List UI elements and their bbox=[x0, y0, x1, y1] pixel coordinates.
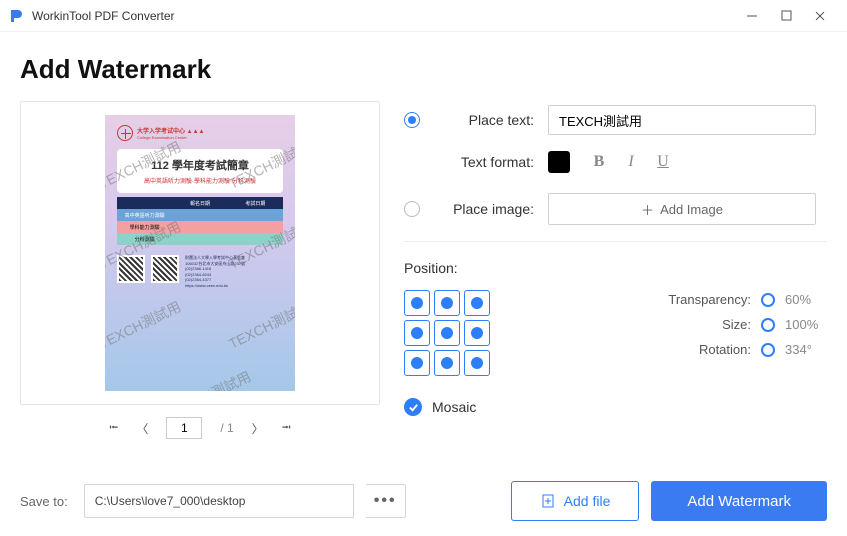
position-grid bbox=[404, 290, 490, 376]
size-value: 100% bbox=[785, 317, 827, 332]
page-total: / 1 bbox=[220, 421, 233, 435]
close-button[interactable] bbox=[813, 9, 827, 23]
place-image-radio[interactable] bbox=[404, 201, 420, 217]
footer: Save to: ••• Add file Add Watermark bbox=[0, 466, 847, 536]
qr-code-icon bbox=[151, 255, 179, 283]
page-title: Add Watermark bbox=[0, 32, 847, 101]
position-bottom-center[interactable] bbox=[434, 350, 460, 376]
save-to-label: Save to: bbox=[20, 494, 68, 509]
save-to-input[interactable] bbox=[84, 484, 354, 518]
browse-button[interactable]: ••• bbox=[366, 484, 406, 518]
page-number-input[interactable] bbox=[166, 417, 202, 439]
last-page-button[interactable]: ⭲ bbox=[282, 418, 291, 439]
place-image-label: Place image: bbox=[438, 201, 534, 217]
watermark-text-input[interactable] bbox=[548, 105, 816, 135]
mosaic-label: Mosaic bbox=[432, 399, 476, 415]
position-label: Position: bbox=[404, 260, 827, 276]
add-file-icon bbox=[540, 493, 556, 509]
italic-button[interactable]: I bbox=[620, 151, 642, 173]
next-page-button[interactable]: 〉 bbox=[252, 420, 264, 437]
doc-logo-text: 大学入学考试中心 ▲▲▲ bbox=[137, 126, 204, 135]
bold-button[interactable]: B bbox=[588, 151, 610, 173]
position-middle-right[interactable] bbox=[464, 320, 490, 346]
position-middle-left[interactable] bbox=[404, 320, 430, 346]
position-middle-center[interactable] bbox=[434, 320, 460, 346]
size-slider[interactable] bbox=[761, 318, 775, 332]
doc-seal-icon bbox=[117, 125, 133, 141]
document-preview: 大学入学考试中心 ▲▲▲ College Examination Center … bbox=[20, 101, 380, 405]
place-text-label: Place text: bbox=[438, 112, 534, 128]
qr-code-icon bbox=[117, 255, 145, 283]
add-watermark-button[interactable]: Add Watermark bbox=[651, 481, 827, 521]
maximize-button[interactable] bbox=[779, 9, 793, 23]
transparency-slider[interactable] bbox=[761, 293, 775, 307]
minimize-button[interactable] bbox=[745, 9, 759, 23]
app-logo-icon bbox=[8, 8, 24, 24]
add-file-button[interactable]: Add file bbox=[511, 481, 640, 521]
divider bbox=[404, 241, 827, 242]
position-top-center[interactable] bbox=[434, 290, 460, 316]
underline-button[interactable]: U bbox=[652, 151, 674, 173]
transparency-value: 60% bbox=[785, 292, 827, 307]
rotation-label: Rotation: bbox=[699, 342, 751, 357]
position-top-right[interactable] bbox=[464, 290, 490, 316]
title-bar: WorkinTool PDF Converter bbox=[0, 0, 847, 32]
prev-page-button[interactable]: 〈 bbox=[136, 420, 148, 437]
plus-icon: ＋ bbox=[641, 200, 654, 219]
place-text-radio[interactable] bbox=[404, 112, 420, 128]
doc-card-title: 112 學年度考試簡章 bbox=[123, 157, 277, 173]
rotation-slider[interactable] bbox=[761, 343, 775, 357]
rotation-value: 334° bbox=[785, 342, 827, 357]
mosaic-checkbox[interactable] bbox=[404, 398, 422, 416]
check-icon bbox=[408, 402, 419, 413]
size-label: Size: bbox=[722, 317, 751, 332]
add-image-button[interactable]: ＋ Add Image bbox=[548, 193, 816, 225]
doc-logo-sub: College Examination Center bbox=[137, 135, 204, 140]
window-title: WorkinTool PDF Converter bbox=[32, 9, 175, 23]
text-format-label: Text format: bbox=[438, 154, 534, 170]
pager: ⭰ 〈 / 1 〉 ⭲ bbox=[20, 417, 380, 439]
position-bottom-right[interactable] bbox=[464, 350, 490, 376]
text-color-swatch[interactable] bbox=[548, 151, 570, 173]
position-top-left[interactable] bbox=[404, 290, 430, 316]
position-bottom-left[interactable] bbox=[404, 350, 430, 376]
transparency-label: Transparency: bbox=[668, 292, 751, 307]
first-page-button[interactable]: ⭰ bbox=[109, 418, 118, 439]
doc-card-sub: 高中英語听力測驗·學科能力測驗·分科測驗 bbox=[123, 176, 277, 185]
